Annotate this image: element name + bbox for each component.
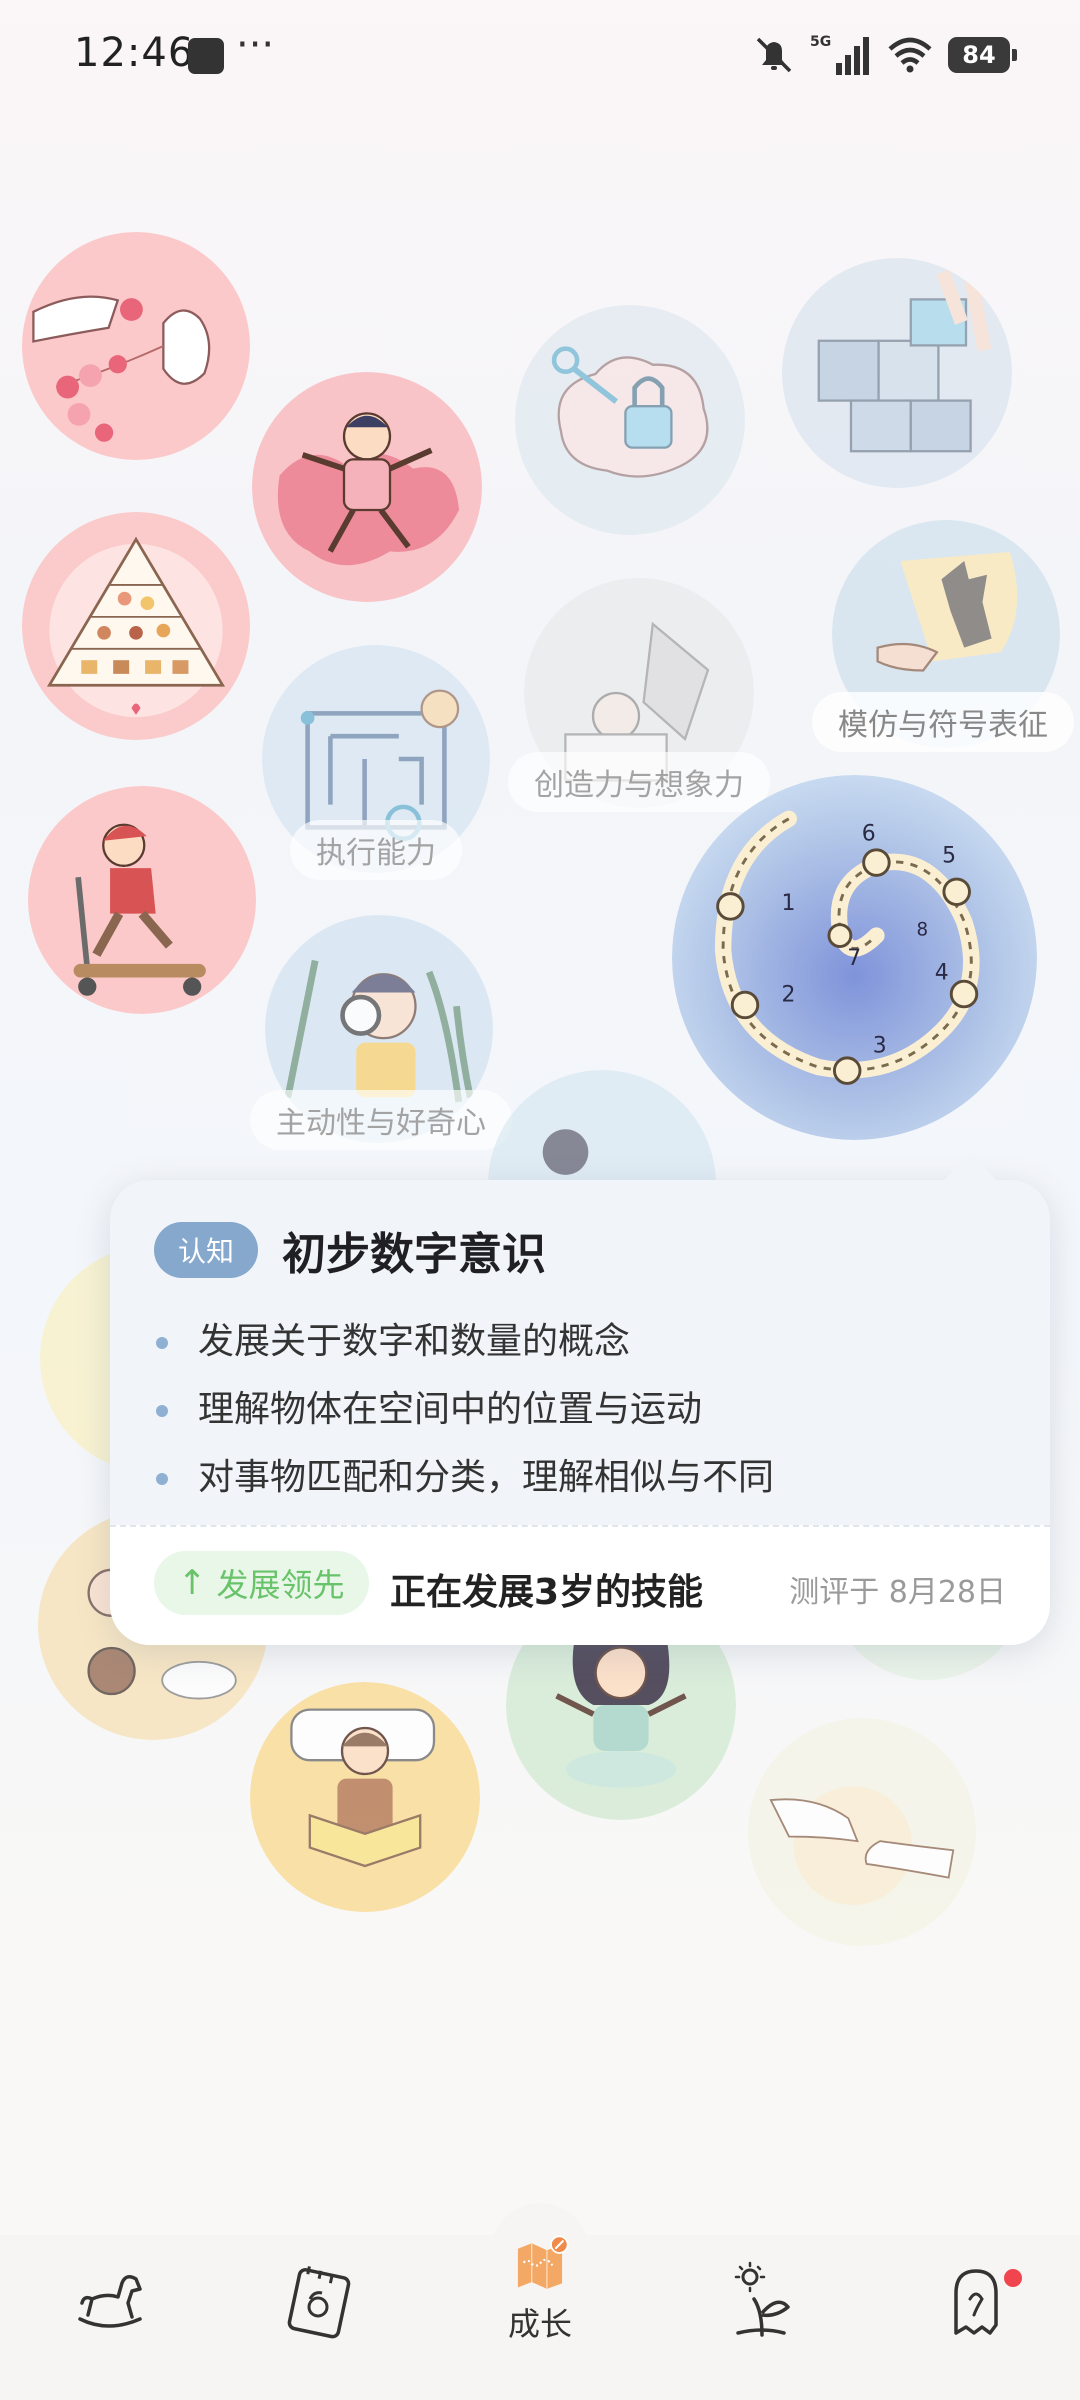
bubble-label-curiosity: 主动性与好奇心 xyxy=(250,1090,512,1150)
arrow-up-icon: ↑ xyxy=(178,1563,207,1603)
nav-item-me[interactable] xyxy=(916,2259,1036,2369)
5g-signal-icon: 5G xyxy=(810,34,869,75)
bubble-fine-motor[interactable] xyxy=(22,232,250,460)
card-pointer-arrow xyxy=(944,1154,996,1180)
svg-text:6: 6 xyxy=(862,822,876,847)
beads-hands-illustration xyxy=(22,232,250,460)
svg-text:4: 4 xyxy=(935,960,949,985)
bubble-label-imitation: 模仿与符号表征 xyxy=(812,692,1074,752)
card-title: 初步数字意识 xyxy=(282,1229,547,1280)
lead-badge: ↑ 发展领先 xyxy=(154,1551,369,1615)
notebook-icon xyxy=(287,2266,351,2339)
holding-hands-illustration xyxy=(748,1718,976,1946)
nav-item-growth[interactable]: 成长 xyxy=(480,2235,600,2345)
bubble-reading[interactable] xyxy=(250,1682,480,1912)
bottom-navigation: 成长 xyxy=(0,2203,1080,2400)
bubble-memory[interactable] xyxy=(515,305,745,535)
lead-badge-label: 发展领先 xyxy=(216,1566,345,1604)
skill-point: 发展关于数字和数量的概念 xyxy=(154,1308,774,1376)
more-notifications-icon: ··· xyxy=(236,22,275,68)
svg-text:2: 2 xyxy=(782,982,796,1007)
rope-numbers-illustration: 1 2 3 4 5 6 7 8 xyxy=(672,775,1037,1140)
svg-text:1: 1 xyxy=(782,891,796,916)
svg-text:5G: 5G xyxy=(810,34,831,50)
category-tag: 认知 xyxy=(154,1222,259,1278)
bubble-label-creativity: 创造力与想象力 xyxy=(508,752,770,812)
scooter-girl-illustration xyxy=(28,786,256,1014)
bubble-attachment[interactable] xyxy=(748,1718,976,1946)
skill-point: 对事物匹配和分类，理解相似与不同 xyxy=(154,1444,774,1512)
map-icon xyxy=(517,2235,569,2289)
bubble-number-sense-selected[interactable]: 1 2 3 4 5 6 7 8 xyxy=(672,775,1037,1140)
battery-indicator: 84 xyxy=(948,37,1017,73)
card-header: 认知 初步数字意识 xyxy=(154,1218,546,1282)
svg-text:8: 8 xyxy=(917,920,929,941)
puzzle-illustration xyxy=(782,258,1012,488)
mute-icon xyxy=(756,37,792,73)
card-footer: ↑ 发展领先 正在发展3岁的技能 测评于 8月28日 xyxy=(110,1525,1050,1645)
bubble-balance[interactable] xyxy=(28,786,256,1014)
notification-dot xyxy=(1004,2269,1022,2287)
bubble-gross-motor[interactable] xyxy=(252,372,482,602)
wifi-icon xyxy=(888,37,932,73)
nav-item-records[interactable] xyxy=(258,2259,378,2369)
assessment-date: 测评于 8月28日 xyxy=(789,1575,1006,1610)
status-icons: 5G 84 xyxy=(752,30,1017,80)
rocking-horse-icon xyxy=(78,2275,142,2328)
food-pyramid-illustration xyxy=(22,512,250,740)
bubble-nutrition[interactable] xyxy=(22,512,250,740)
bubble-label-executive: 执行能力 xyxy=(290,820,462,880)
skill-detail-card[interactable]: 认知 初步数字意识 发展关于数字和数量的概念 理解物体在空间中的位置与运动 对事… xyxy=(110,1154,1050,1645)
lying-boy-illustration xyxy=(252,372,482,602)
skill-points-list: 发展关于数字和数量的概念 理解物体在空间中的位置与运动 对事物匹配和分类，理解相… xyxy=(154,1308,774,1512)
development-status: 正在发展3岁的技能 xyxy=(390,1572,704,1613)
skill-point: 理解物体在空间中的位置与运动 xyxy=(154,1376,774,1444)
status-time: 12:46 xyxy=(74,30,195,76)
notification-app-icon xyxy=(188,38,224,74)
svg-text:3: 3 xyxy=(873,1033,887,1058)
nav-item-home[interactable] xyxy=(48,2259,168,2369)
brain-lock-illustration xyxy=(515,305,745,535)
sprout-icon xyxy=(734,2261,790,2337)
status-bar: 12:46 ··· 5G 84 xyxy=(0,0,1080,110)
svg-text:7: 7 xyxy=(847,946,861,971)
svg-text:5: 5 xyxy=(942,844,956,869)
bubble-problem-solving[interactable] xyxy=(782,258,1012,488)
reading-child-illustration xyxy=(250,1682,480,1912)
nav-label-growth: 成长 xyxy=(507,2305,572,2343)
nav-item-daily[interactable] xyxy=(700,2259,820,2369)
